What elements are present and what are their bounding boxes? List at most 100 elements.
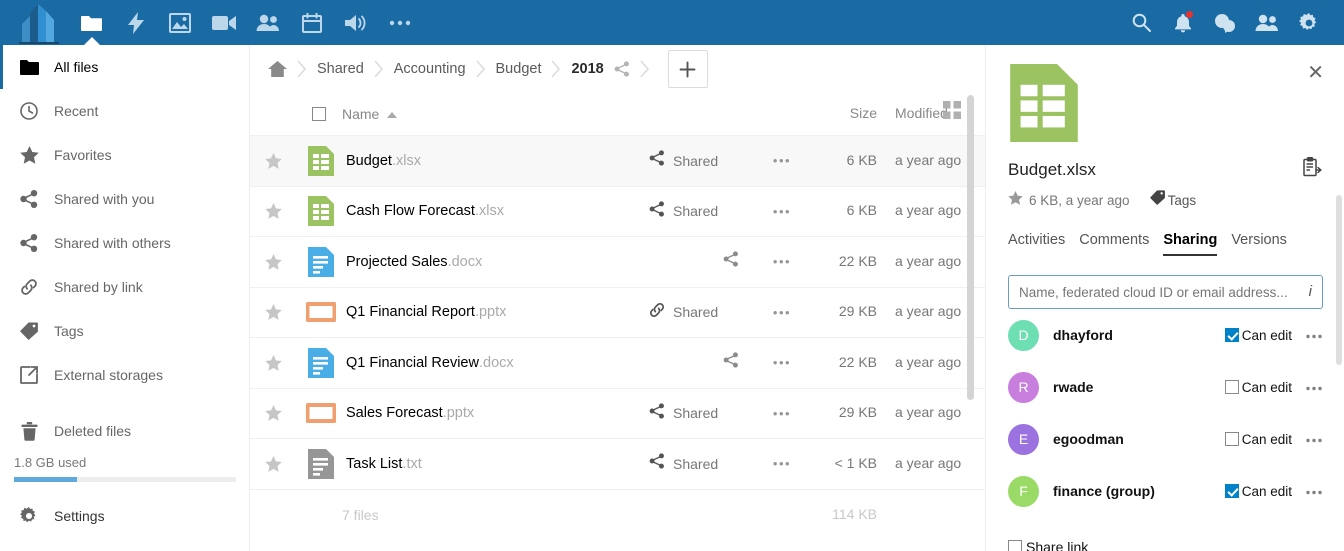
select-all-checkbox[interactable] <box>296 107 342 121</box>
nav-item-photos[interactable] <box>158 0 202 45</box>
row-menu-icon[interactable]: ••• <box>759 205 805 218</box>
file-name-cell[interactable]: Q1 Financial Report.pptx <box>346 304 649 320</box>
nextcloud-logo[interactable] <box>0 0 70 45</box>
file-extension: .xlsx <box>392 153 421 169</box>
sidebar-item-tags[interactable]: Tags <box>0 309 249 353</box>
close-icon[interactable]: ✕ <box>1307 63 1324 83</box>
sidebar-item-shared-with-you[interactable]: Shared with you <box>0 177 249 221</box>
details-scrollbar[interactable] <box>1336 195 1342 365</box>
star-icon[interactable] <box>1008 191 1023 210</box>
tab-versions[interactable]: Versions <box>1231 232 1287 256</box>
file-name-cell[interactable]: Projected Sales.docx <box>346 254 649 270</box>
column-header-name[interactable]: Name <box>342 105 649 123</box>
move-copy-icon[interactable] <box>1303 157 1322 182</box>
sidebar-item-deleted-files[interactable]: Deleted files <box>0 409 249 453</box>
share-menu-icon[interactable] <box>1306 482 1322 500</box>
share-input[interactable] <box>1008 275 1323 309</box>
tab-activities[interactable]: Activities <box>1008 232 1065 256</box>
breadcrumb-item-accounting[interactable]: Accounting <box>394 61 466 77</box>
search-icon[interactable] <box>1120 0 1162 45</box>
column-header-size[interactable]: Size <box>805 105 877 123</box>
row-menu-icon[interactable]: ••• <box>759 407 805 420</box>
can-edit-checkbox[interactable] <box>1225 380 1239 394</box>
share-menu-icon[interactable] <box>1306 378 1322 396</box>
can-edit-checkbox[interactable] <box>1225 328 1239 342</box>
share-status-cell[interactable] <box>649 251 759 272</box>
share-entry-row[interactable]: D dhayford Can edit <box>1008 309 1322 361</box>
sidebar-item-all-files[interactable]: All files <box>0 45 249 89</box>
share-status-cell[interactable] <box>649 352 759 373</box>
favorite-star-icon[interactable] <box>250 456 296 472</box>
grid-view-icon[interactable] <box>943 101 961 124</box>
row-menu-icon[interactable]: ••• <box>759 255 805 268</box>
row-menu-icon[interactable]: ••• <box>759 356 805 369</box>
share-link-checkbox[interactable] <box>1008 540 1022 551</box>
tab-sharing[interactable]: Sharing <box>1163 232 1217 256</box>
favorite-star-icon[interactable] <box>250 405 296 421</box>
share-status-cell[interactable]: Shared <box>649 403 759 424</box>
nav-item-activity[interactable] <box>114 0 158 45</box>
sidebar-item-settings[interactable]: Settings <box>0 494 249 538</box>
can-edit-checkbox[interactable] <box>1225 484 1239 498</box>
share-entry-row[interactable]: F finance (group) Can edit <box>1008 465 1322 517</box>
share-entry-row[interactable]: R rwade Can edit <box>1008 361 1322 413</box>
tab-comments[interactable]: Comments <box>1079 232 1149 256</box>
file-name-cell[interactable]: Sales Forecast.pptx <box>346 405 649 421</box>
breadcrumb-item-shared[interactable]: Shared <box>317 61 364 77</box>
share-entry-row[interactable]: E egoodman Can edit <box>1008 413 1322 465</box>
table-row[interactable]: Budget.xlsx Shared ••• 6 KB a year ago <box>250 136 985 187</box>
breadcrumb-home-icon[interactable] <box>268 61 287 78</box>
favorite-star-icon[interactable] <box>250 304 296 320</box>
share-status-cell[interactable]: Shared <box>649 201 759 222</box>
info-icon[interactable]: i <box>1309 283 1312 300</box>
table-row[interactable]: Sales Forecast.pptx Shared ••• 29 KB a y… <box>250 389 985 440</box>
file-name-cell[interactable]: Q1 Financial Review.docx <box>346 355 649 371</box>
breadcrumb-item-2018[interactable]: 2018 <box>571 61 603 77</box>
favorite-star-icon[interactable] <box>250 254 296 270</box>
favorite-star-icon[interactable] <box>250 153 296 169</box>
new-file-button[interactable] <box>668 50 708 88</box>
nav-item-contacts[interactable] <box>246 0 290 45</box>
share-menu-icon[interactable] <box>1306 326 1322 344</box>
table-row[interactable]: Task List.txt Shared ••• < 1 KB a year a… <box>250 439 985 490</box>
sidebar-item-external-storages[interactable]: External storages <box>0 353 249 397</box>
sidebar-item-favorites[interactable]: Favorites <box>0 133 249 177</box>
favorite-star-icon[interactable] <box>250 203 296 219</box>
sidebar-item-shared-by-link[interactable]: Shared by link <box>0 265 249 309</box>
share-status-cell[interactable]: Shared <box>649 302 759 323</box>
share-link-row[interactable]: Share link <box>1008 539 1322 551</box>
share-status-cell[interactable]: Shared <box>649 150 759 171</box>
contacts-icon[interactable] <box>1246 0 1288 45</box>
nav-item-talk[interactable] <box>202 0 246 45</box>
sidebar-item-shared-with-others[interactable]: Shared with others <box>0 221 249 265</box>
chat-bubbles-icon[interactable] <box>1204 0 1246 45</box>
file-size-cell: 29 KB <box>805 404 877 422</box>
row-menu-icon[interactable]: ••• <box>759 306 805 319</box>
table-row[interactable]: Projected Sales.docx ••• 22 KB a year ag… <box>250 237 985 288</box>
total-size-label: 114 KB <box>832 506 877 522</box>
file-name-cell[interactable]: Budget.xlsx <box>346 153 649 169</box>
table-row[interactable]: Q1 Financial Report.pptx Shared ••• 29 K… <box>250 288 985 339</box>
share-status-label: Shared <box>673 304 718 320</box>
file-name-cell[interactable]: Cash Flow Forecast.xlsx <box>346 203 649 219</box>
table-row[interactable]: Q1 Financial Review.docx ••• 22 KB a yea… <box>250 338 985 389</box>
bell-icon[interactable] <box>1162 0 1204 45</box>
nav-item-more[interactable] <box>378 0 422 45</box>
favorite-star-icon[interactable] <box>250 355 296 371</box>
can-edit-checkbox[interactable] <box>1225 432 1239 446</box>
share-status-cell[interactable]: Shared <box>649 453 759 474</box>
tags-button[interactable]: Tags <box>1150 190 1197 210</box>
nav-item-files[interactable] <box>70 0 114 45</box>
file-name-cell[interactable]: Task List.txt <box>346 456 649 472</box>
row-menu-icon[interactable]: ••• <box>759 457 805 470</box>
file-list-scrollbar[interactable] <box>967 95 974 400</box>
breadcrumb-share-icon[interactable] <box>614 61 630 77</box>
nav-item-calendar[interactable] <box>290 0 334 45</box>
gear-icon[interactable] <box>1288 0 1330 45</box>
share-menu-icon[interactable] <box>1306 430 1322 448</box>
sidebar-item-recent[interactable]: Recent <box>0 89 249 133</box>
breadcrumb-item-budget[interactable]: Budget <box>496 61 542 77</box>
table-row[interactable]: Cash Flow Forecast.xlsx Shared ••• 6 KB … <box>250 187 985 238</box>
row-menu-icon[interactable]: ••• <box>759 154 805 167</box>
nav-item-announcements[interactable] <box>334 0 378 45</box>
